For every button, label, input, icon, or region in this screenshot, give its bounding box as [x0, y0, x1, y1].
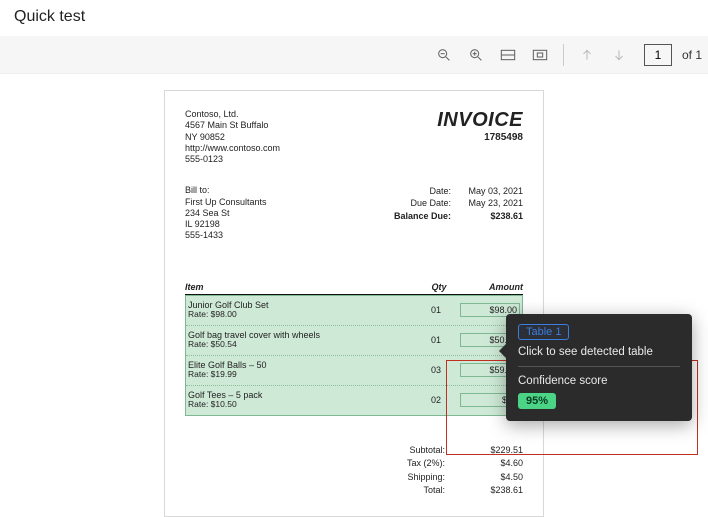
- item-qty: 01: [412, 335, 460, 345]
- invoice-title: INVOICE: [437, 109, 523, 132]
- billto-name: First Up Consultants: [185, 197, 267, 208]
- table-badge[interactable]: Table 1: [518, 324, 569, 340]
- item-rate: Rate: $19.99: [188, 370, 412, 380]
- item-rate: Rate: $98.00: [188, 310, 412, 320]
- detection-tooltip[interactable]: Table 1 Click to see detected table Conf…: [506, 314, 692, 421]
- col-item: Item: [185, 282, 415, 292]
- table-row: Junior Golf Club SetRate: $98.00 01 $98.…: [186, 296, 522, 326]
- dates-block: Date:May 03, 2021 Due Date:May 23, 2021 …: [389, 185, 523, 241]
- fit-width-icon[interactable]: [495, 42, 521, 68]
- document-viewport: Contoso, Ltd. 4567 Main St Buffalo NY 90…: [0, 74, 708, 517]
- tax-value: $4.60: [465, 457, 523, 471]
- from-cityzip: NY 90852: [185, 132, 280, 143]
- from-street: 4567 Main St Buffalo: [185, 120, 280, 131]
- fit-page-icon[interactable]: [527, 42, 553, 68]
- total-value: $238.61: [465, 484, 523, 498]
- table-row: Elite Golf Balls – 50Rate: $19.99 03 $59…: [186, 356, 522, 386]
- col-amount: Amount: [463, 282, 523, 292]
- table-row: Golf bag travel cover with wheelsRate: $…: [186, 326, 522, 356]
- tax-label: Tax (2%):: [375, 457, 445, 471]
- toolbar-separator: [563, 44, 564, 66]
- col-qty: Qty: [415, 282, 463, 292]
- date-label: Date:: [389, 185, 451, 197]
- date-value: May 03, 2021: [465, 185, 523, 197]
- billto-street: 234 Sea St: [185, 208, 267, 219]
- subtotal-label: Subtotal:: [375, 444, 445, 458]
- item-qty: 02: [412, 395, 460, 405]
- from-url: http://www.contoso.com: [185, 143, 280, 154]
- subtotal-value: $229.51: [465, 444, 523, 458]
- from-phone: 555-0123: [185, 154, 280, 165]
- invoice-heading: INVOICE 1785498: [437, 109, 523, 165]
- confidence-badge: 95%: [518, 393, 556, 409]
- item-qty: 03: [412, 365, 460, 375]
- page-up-icon[interactable]: [574, 42, 600, 68]
- balance-value: $238.61: [465, 210, 523, 222]
- table-row: Golf Tees – 5 packRate: $10.50 02 $21: [186, 386, 522, 415]
- items-header-row: Item Qty Amount: [185, 282, 523, 295]
- invoice-page: Contoso, Ltd. 4567 Main St Buffalo NY 90…: [164, 90, 544, 517]
- tooltip-separator: [518, 366, 680, 367]
- viewer-toolbar: 1 of 1: [0, 36, 708, 74]
- tooltip-click-text: Click to see detected table: [518, 346, 680, 358]
- page-number-input[interactable]: 1: [644, 44, 672, 66]
- item-qty: 01: [412, 305, 460, 315]
- item-rate: Rate: $10.50: [188, 400, 412, 410]
- total-label: Total:: [375, 484, 445, 498]
- billto-label: Bill to:: [185, 185, 267, 196]
- zoom-in-icon[interactable]: [463, 42, 489, 68]
- shipping-value: $4.50: [465, 471, 523, 485]
- due-label: Due Date:: [389, 197, 451, 209]
- page-down-icon[interactable]: [606, 42, 632, 68]
- shipping-label: Shipping:: [375, 471, 445, 485]
- invoice-number: 1785498: [437, 132, 523, 143]
- detected-table-highlight[interactable]: Junior Golf Club SetRate: $98.00 01 $98.…: [185, 295, 523, 416]
- due-value: May 23, 2021: [465, 197, 523, 209]
- balance-label: Balance Due:: [389, 210, 451, 222]
- page-title: Quick test: [0, 0, 708, 36]
- page-count-label: of 1: [682, 48, 702, 62]
- from-name: Contoso, Ltd.: [185, 109, 280, 120]
- from-address: Contoso, Ltd. 4567 Main St Buffalo NY 90…: [185, 109, 280, 165]
- billto-phone: 555-1433: [185, 230, 267, 241]
- bill-to-block: Bill to: First Up Consultants 234 Sea St…: [185, 185, 267, 241]
- confidence-label: Confidence score: [518, 375, 680, 387]
- zoom-out-icon[interactable]: [431, 42, 457, 68]
- item-rate: Rate: $50.54: [188, 340, 412, 350]
- totals-block: Subtotal: $229.51 Tax (2%): $4.60 Shipping…: [185, 444, 523, 498]
- billto-cityzip: IL 92198: [185, 219, 267, 230]
